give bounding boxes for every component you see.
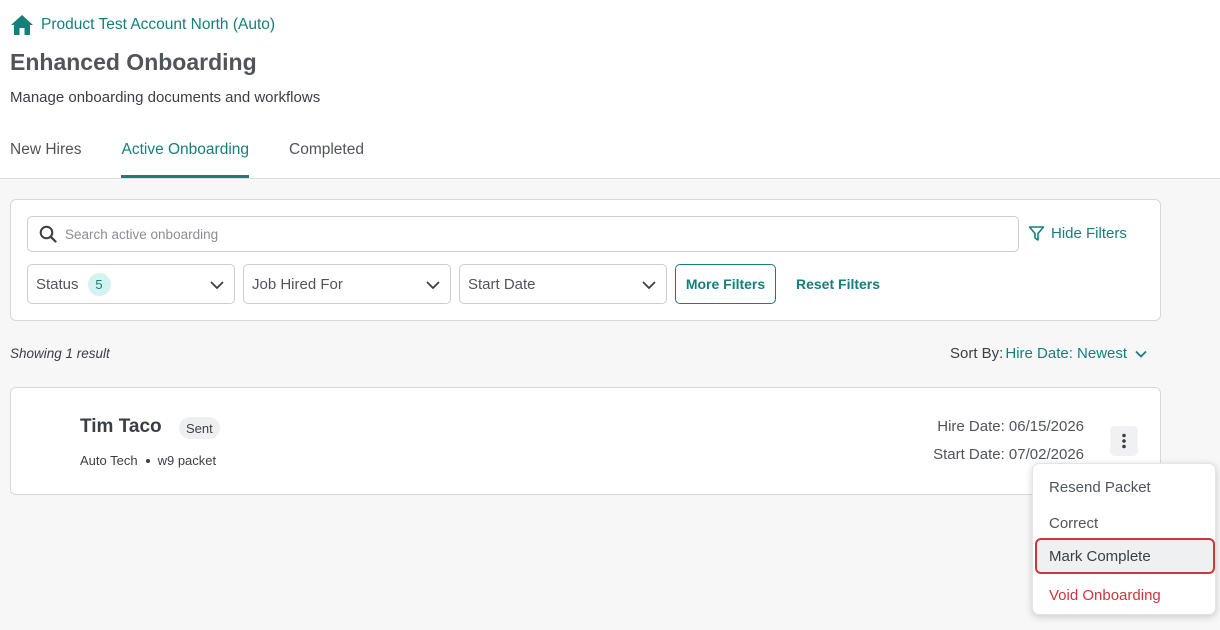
- sort-by-control[interactable]: Sort By: Hire Date: Newest: [950, 345, 1148, 362]
- more-actions-button[interactable]: [1110, 426, 1138, 456]
- search-box[interactable]: [27, 216, 1019, 252]
- job-hired-for-select[interactable]: Job Hired For: [243, 264, 451, 304]
- search-icon: [39, 225, 57, 243]
- menu-item-resend-packet[interactable]: Resend Packet: [1035, 469, 1215, 505]
- status-badge: Sent: [179, 417, 220, 439]
- job-title: Auto Tech: [80, 453, 138, 468]
- reset-filters-button[interactable]: Reset Filters: [796, 276, 880, 292]
- page-subtitle: Manage onboarding documents and workflow…: [10, 89, 321, 106]
- page-header: Product Test Account North (Auto) Enhanc…: [0, 0, 1220, 179]
- start-date-select[interactable]: Start Date: [459, 264, 667, 304]
- tab-completed[interactable]: Completed: [289, 141, 364, 178]
- chevron-down-icon: [210, 281, 224, 290]
- status-filter-label: Status: [36, 275, 79, 293]
- sort-value-dropdown[interactable]: Hire Date: Newest: [1005, 345, 1127, 362]
- start-date-filter-label: Start Date: [468, 275, 536, 293]
- onboarding-card[interactable]: Tim Taco Sent Auto Tech w9 packet Hire D…: [10, 387, 1161, 495]
- start-date: Start Date: 07/02/2026: [933, 446, 1084, 463]
- more-filters-button[interactable]: More Filters: [675, 264, 776, 304]
- results-count: Showing 1 result: [10, 346, 110, 361]
- breadcrumb[interactable]: Product Test Account North (Auto): [10, 14, 275, 36]
- tab-active-onboarding[interactable]: Active Onboarding: [121, 141, 250, 178]
- kebab-menu-icon: [1122, 433, 1126, 449]
- status-count-badge: 5: [87, 272, 111, 296]
- separator-dot: [145, 458, 150, 463]
- packet-name: w9 packet: [157, 453, 217, 468]
- filter-icon: [1028, 226, 1045, 241]
- sort-by-label: Sort By:: [950, 345, 1004, 362]
- search-input[interactable]: [65, 226, 965, 242]
- tab-new-hires[interactable]: New Hires: [10, 141, 81, 178]
- menu-item-mark-complete[interactable]: Mark Complete: [1035, 538, 1215, 574]
- hire-date: Hire Date: 06/15/2026: [937, 418, 1084, 435]
- chevron-down-icon: [1135, 350, 1147, 358]
- actions-dropdown-menu: Resend Packet Correct Mark Complete Void…: [1032, 463, 1216, 615]
- chevron-down-icon: [642, 281, 656, 290]
- hide-filters-button[interactable]: Hide Filters: [1028, 225, 1127, 242]
- home-icon: [11, 15, 33, 35]
- hide-filters-label: Hide Filters: [1051, 225, 1127, 242]
- page-title: Enhanced Onboarding: [10, 49, 257, 75]
- filter-panel: Hide Filters Status 5 Job Hired For Star…: [10, 199, 1161, 321]
- breadcrumb-account-link[interactable]: Product Test Account North (Auto): [41, 16, 275, 34]
- tab-bar: New Hires Active Onboarding Completed: [10, 141, 364, 178]
- card-meta: Auto Tech w9 packet: [80, 453, 216, 468]
- status-filter-select[interactable]: Status 5: [27, 264, 235, 304]
- job-filter-label: Job Hired For: [252, 275, 343, 293]
- employee-name: Tim Taco: [80, 416, 162, 437]
- menu-item-void-onboarding[interactable]: Void Onboarding: [1035, 577, 1215, 613]
- chevron-down-icon: [426, 281, 440, 290]
- menu-item-correct[interactable]: Correct: [1035, 505, 1215, 541]
